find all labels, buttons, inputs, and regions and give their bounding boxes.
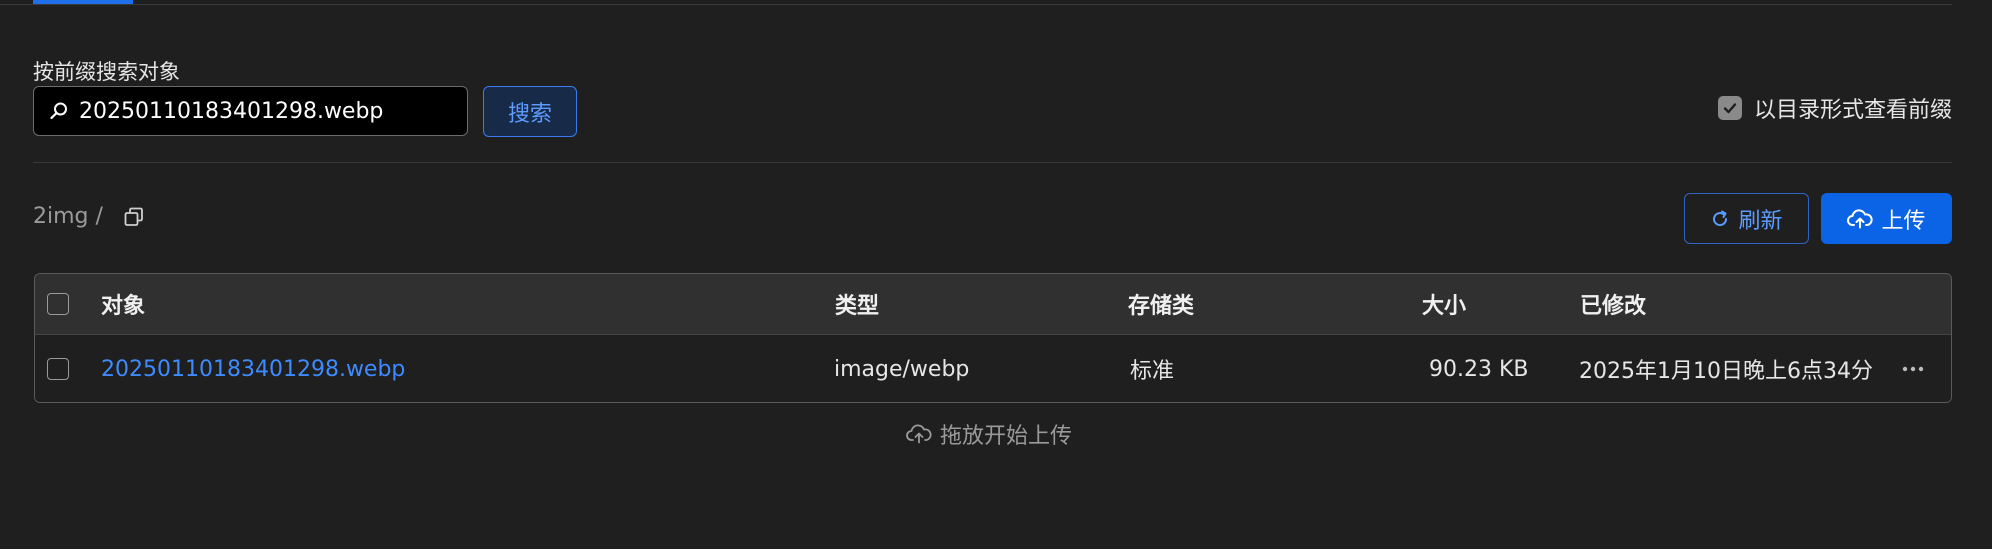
column-header-modified[interactable]: 已修改	[1580, 274, 1646, 334]
cloud-upload-icon	[906, 423, 932, 445]
search-button[interactable]: 搜索	[483, 86, 577, 137]
column-header-size[interactable]: 大小	[1422, 274, 1466, 334]
table-row: 20250110183401298.webp image/webp 标准 90.…	[35, 335, 1951, 402]
breadcrumb: 2img /	[33, 204, 145, 229]
select-all-cell	[47, 274, 69, 334]
search-label: 按前缀搜索对象	[33, 60, 180, 84]
object-type: image/webp	[834, 356, 970, 382]
refresh-button[interactable]: 刷新	[1684, 193, 1809, 244]
section-divider	[33, 162, 1952, 163]
drop-zone-label: 拖放开始上传	[940, 424, 1073, 449]
tab-strip	[0, 0, 1952, 5]
object-browser: 按前缀搜索对象 20250110183401298.webp 搜索 以目录形式查…	[0, 0, 1992, 549]
objects-table: 对象 类型 存储类 大小 已修改 20250110183401298.webp …	[34, 273, 1952, 403]
object-size: 90.23 KB	[1429, 356, 1529, 382]
search-icon	[49, 100, 71, 122]
object-name-link[interactable]: 20250110183401298.webp	[101, 335, 405, 402]
object-modified: 2025年1月10日晚上6点34分	[1579, 359, 1873, 384]
upload-button[interactable]: 上传	[1821, 193, 1952, 244]
copy-icon[interactable]	[123, 206, 145, 228]
search-input-value[interactable]: 20250110183401298.webp	[79, 99, 383, 124]
table-header: 对象 类型 存储类 大小 已修改	[35, 274, 1951, 335]
checkbox-checked-icon[interactable]	[1717, 96, 1742, 120]
select-all-checkbox[interactable]	[47, 293, 69, 315]
cloud-upload-icon	[1847, 208, 1874, 230]
column-header-object[interactable]: 对象	[101, 274, 145, 334]
row-checkbox[interactable]	[47, 358, 69, 380]
drop-zone-hint[interactable]: 拖放开始上传	[906, 418, 1072, 450]
upload-button-label: 上传	[1881, 208, 1926, 234]
active-tab-indicator[interactable]	[33, 0, 133, 4]
more-actions-icon[interactable]	[1901, 335, 1925, 402]
object-storage-class: 标准	[1130, 359, 1175, 384]
view-as-directory-label: 以目录形式查看前缀	[1753, 98, 1952, 123]
view-as-directory-toggle[interactable]: 以目录形式查看前缀	[1717, 92, 1952, 124]
column-header-storage-class[interactable]: 存储类	[1128, 274, 1194, 334]
row-select-cell	[47, 335, 69, 402]
search-input[interactable]: 20250110183401298.webp	[33, 86, 468, 136]
column-header-type[interactable]: 类型	[835, 274, 879, 334]
breadcrumb-path[interactable]: 2img /	[33, 204, 103, 229]
refresh-icon	[1710, 209, 1730, 229]
refresh-button-label: 刷新	[1738, 208, 1783, 234]
